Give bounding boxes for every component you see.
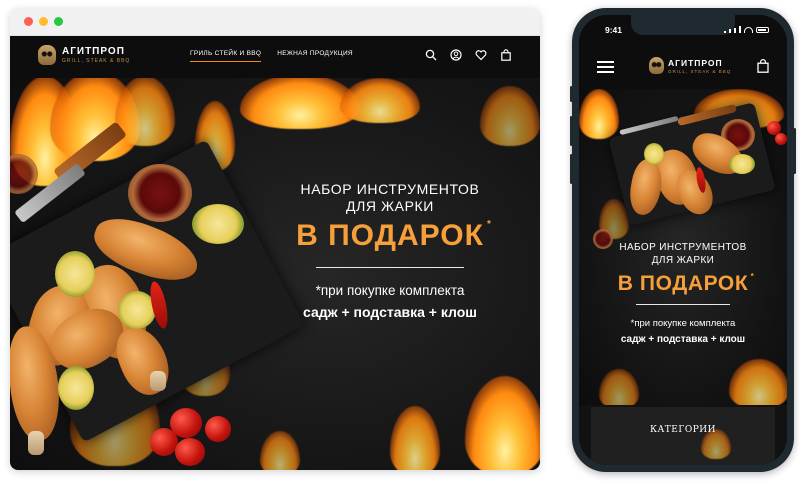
hamburger-menu-icon[interactable] xyxy=(597,61,614,73)
search-icon[interactable] xyxy=(425,48,437,61)
phone-volume-up xyxy=(570,116,573,146)
promo-block: НАБОР ИНСТРУМЕНТОВ ДЛЯ ЖАРКИ В ПОДАРОК * … xyxy=(270,181,510,322)
mobile-promo-items: садж + подставка + клош xyxy=(620,334,746,345)
site-logo[interactable]: АГИТПРОП GRILL, STEAK & BBQ xyxy=(38,45,130,65)
status-time: 9:41 xyxy=(605,25,623,35)
mobile-promo-asterisk: * xyxy=(750,272,755,281)
promo-gift-text: В ПОДАРОК xyxy=(296,219,484,252)
skull-logo-icon xyxy=(38,45,56,65)
mobile-screen: 9:41 АГИТПРОП GRILL, STEAK & BBQ НАБОР И… xyxy=(579,15,787,465)
mobile-promo-gift-text: В ПОДАРОК xyxy=(617,272,749,295)
logo-tagline: GRILL, STEAK & BBQ xyxy=(62,58,131,64)
mobile-header: АГИТПРОП GRILL, STEAK & BBQ xyxy=(579,45,787,89)
mobile-site-logo[interactable]: АГИТПРОП GRILL, STEAK & BBQ xyxy=(649,57,731,74)
mockup-stage: АГИТПРОП GRILL, STEAK & BBQ ГРИЛЬ СТЕЙК … xyxy=(0,0,800,483)
mobile-logo-tagline: GRILL, STEAK & BBQ xyxy=(668,68,732,74)
main-nav: ГРИЛЬ СТЕЙК И BBQ НЕЖНАЯ ПРОДУКЦИЯ xyxy=(190,50,353,62)
site-header: АГИТПРОП GRILL, STEAK & BBQ ГРИЛЬ СТЕЙК … xyxy=(10,36,540,78)
close-window-button[interactable] xyxy=(24,17,33,26)
nav-item-tender-products[interactable]: НЕЖНАЯ ПРОДУКЦИЯ xyxy=(277,50,353,62)
mobile-logo-name: АГИТПРОП xyxy=(668,57,723,68)
mobile-promo-block: НАБОР ИНСТРУМЕНТОВ ДЛЯ ЖАРКИ В ПОДАРОК * … xyxy=(579,241,787,347)
header-actions xyxy=(425,48,512,61)
shopping-bag-icon[interactable] xyxy=(500,48,512,61)
shopping-bag-icon[interactable] xyxy=(757,59,769,73)
categories-label: КАТЕГОРИИ xyxy=(650,425,716,435)
promo-gift-heading: В ПОДАРОК * xyxy=(296,219,491,253)
browser-title-bar xyxy=(10,8,540,36)
mobile-promo-title: НАБОР ИНСТРУМЕНТОВ ДЛЯ ЖАРКИ xyxy=(579,241,787,267)
user-icon[interactable] xyxy=(450,48,462,61)
categories-banner[interactable]: КАТЕГОРИИ xyxy=(591,407,775,465)
promo-title: НАБОР ИНСТРУМЕНТОВ ДЛЯ ЖАРКИ xyxy=(270,181,510,215)
maximize-window-button[interactable] xyxy=(54,17,63,26)
minimize-window-button[interactable] xyxy=(39,17,48,26)
status-icons xyxy=(724,26,769,33)
promo-asterisk: * xyxy=(487,219,492,230)
mobile-hero: НАБОР ИНСТРУМЕНТОВ ДЛЯ ЖАРКИ В ПОДАРОК * … xyxy=(579,89,787,405)
promo-items: садж + подставка + клош xyxy=(303,304,477,320)
phone-notch xyxy=(631,15,735,35)
promo-divider xyxy=(316,267,464,268)
promo-title-line2: ДЛЯ ЖАРКИ xyxy=(346,198,434,214)
mobile-phone-frame: 9:41 АГИТПРОП GRILL, STEAK & BBQ НАБОР И… xyxy=(570,8,796,472)
desktop-site: АГИТПРОП GRILL, STEAK & BBQ ГРИЛЬ СТЕЙК … xyxy=(10,36,540,470)
logo-name: АГИТПРОП xyxy=(62,46,125,57)
phone-power-button xyxy=(793,128,796,174)
heart-icon[interactable] xyxy=(475,48,487,61)
mobile-promo-title-line2: ДЛЯ ЖАРКИ xyxy=(651,255,715,266)
skull-logo-icon xyxy=(649,57,664,74)
promo-title-line1: НАБОР ИНСТРУМЕНТОВ xyxy=(300,181,480,197)
phone-mute-switch xyxy=(570,86,573,102)
wifi-icon xyxy=(744,26,753,33)
mobile-promo-divider xyxy=(636,304,730,305)
status-bar: 9:41 xyxy=(579,15,787,45)
mobile-promo-gift-heading: В ПОДАРОК * xyxy=(617,272,754,296)
mobile-promo-condition: *при покупке комплекта xyxy=(630,318,736,329)
phone-volume-down xyxy=(570,154,573,184)
mobile-promo-title-line1: НАБОР ИНСТРУМЕНТОВ xyxy=(619,242,747,253)
promo-condition: *при покупке комплекта xyxy=(315,283,465,298)
desktop-browser-window: АГИТПРОП GRILL, STEAK & BBQ ГРИЛЬ СТЕЙК … xyxy=(10,8,540,470)
battery-icon xyxy=(756,26,769,33)
signal-icon xyxy=(724,30,726,33)
nav-item-grill-steak-bbq[interactable]: ГРИЛЬ СТЕЙК И BBQ xyxy=(190,50,262,62)
